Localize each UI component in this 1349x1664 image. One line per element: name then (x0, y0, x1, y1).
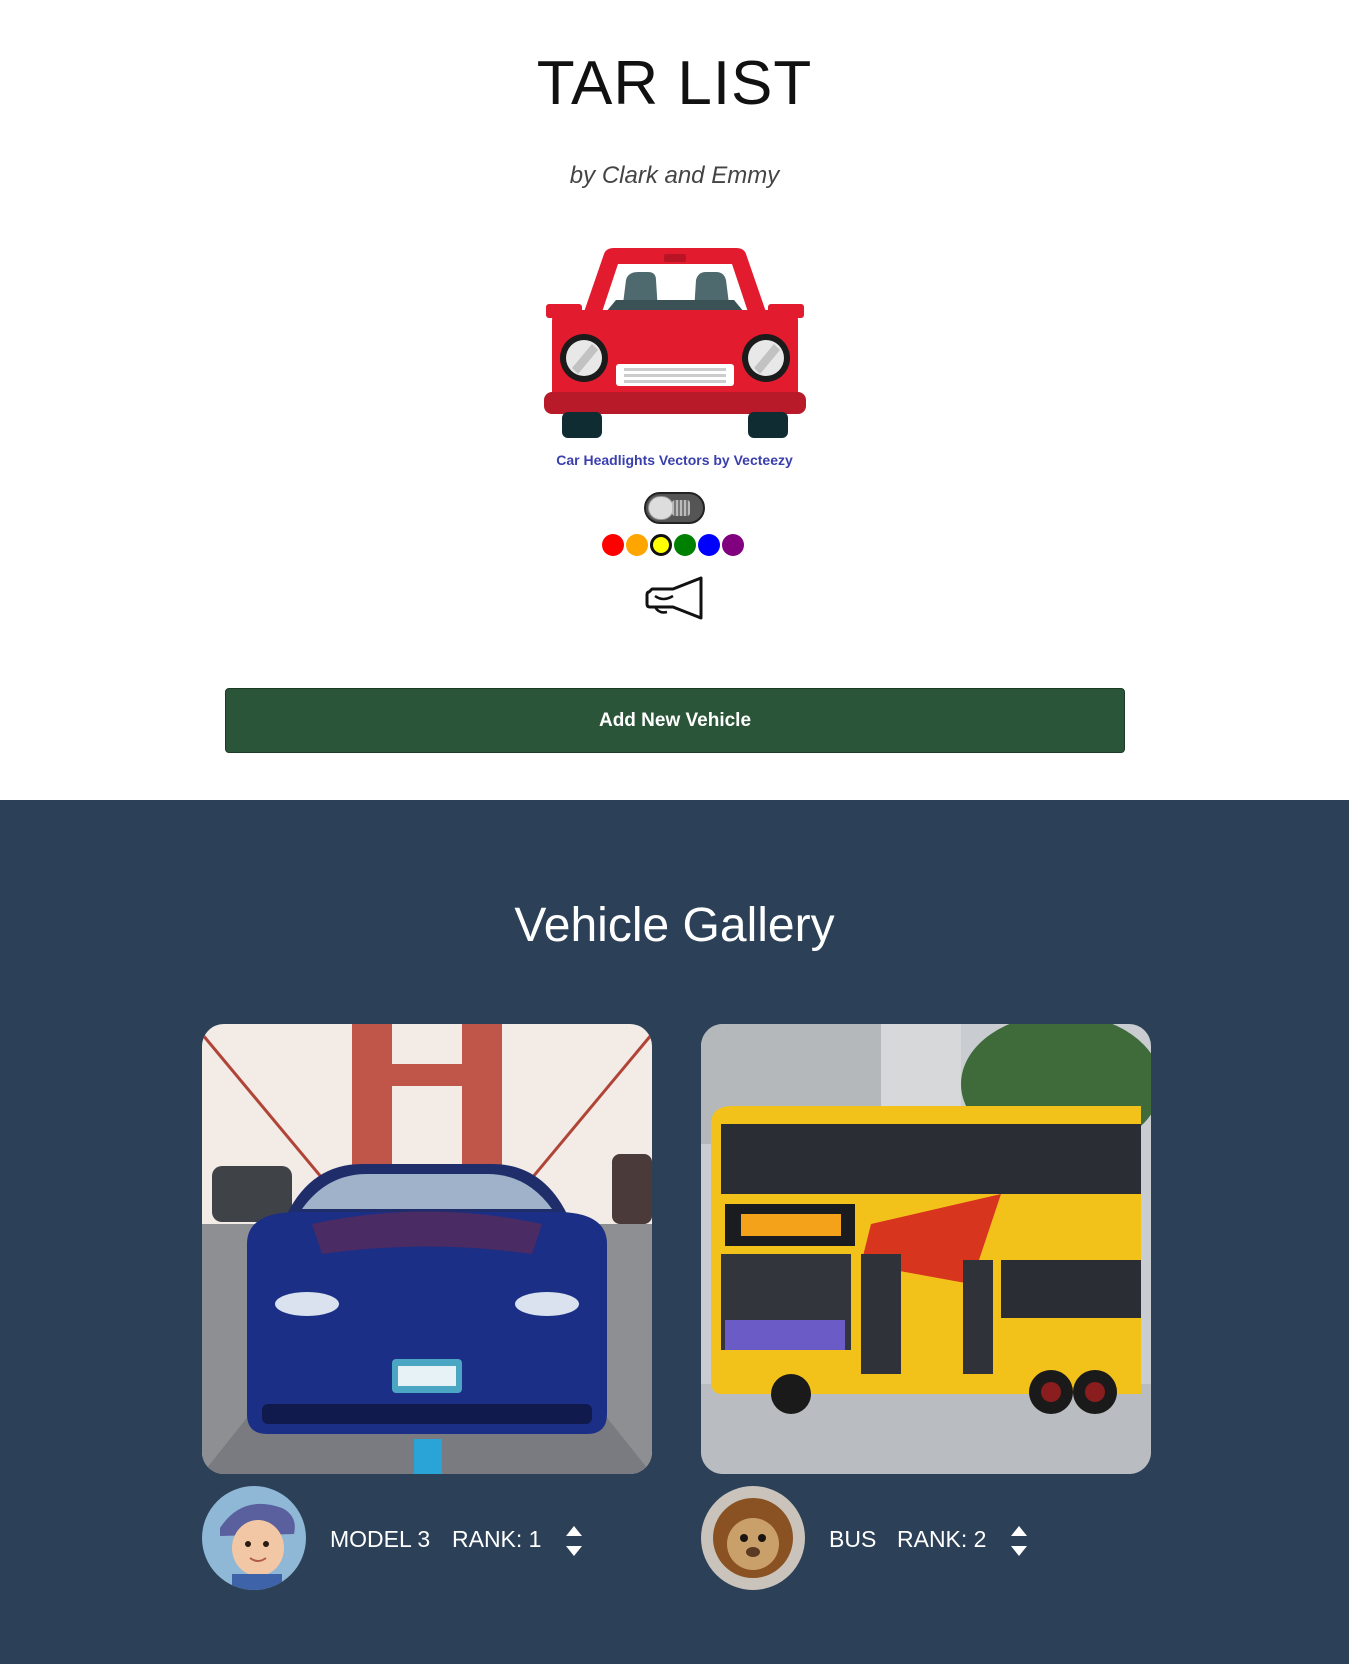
vehicle-name: BUS (829, 1526, 877, 1552)
vecteezy-credit-link[interactable]: Car Headlights Vectors by Vecteezy (0, 452, 1349, 468)
color-swatch-yellow[interactable] (650, 534, 672, 556)
rank-down-arrow-icon[interactable] (1011, 1546, 1027, 1556)
vehicle-photo-model-3[interactable] (202, 1024, 652, 1474)
theme-toggle[interactable] (644, 492, 705, 524)
rank-up-arrow-icon[interactable] (1011, 1526, 1027, 1536)
rank-up-arrow-icon[interactable] (566, 1526, 582, 1536)
vehicle-name: MODEL 3 (330, 1526, 431, 1552)
vehicle-rank: RANK: 1 (452, 1526, 542, 1552)
header-section: TAR LIST by Clark and Emmy Car Headlight… (0, 0, 1349, 800)
vehicle-avatar (701, 1486, 805, 1590)
horn-icon[interactable] (643, 574, 707, 622)
vehicle-gallery-section: Vehicle Gallery MODEL 3 RANK: 1 BUS RANK… (0, 800, 1349, 1664)
color-swatch-purple[interactable] (722, 534, 744, 556)
toggle-knob (648, 496, 674, 520)
color-swatch-red[interactable] (602, 534, 624, 556)
vehicle-rank: RANK: 2 (897, 1526, 987, 1552)
rank-down-arrow-icon[interactable] (566, 1546, 582, 1556)
vehicle-meta-model-3: MODEL 3 RANK: 1 (202, 1474, 652, 1590)
gallery-title: Vehicle Gallery (514, 899, 835, 952)
page-subtitle: by Clark and Emmy (569, 162, 780, 189)
toggle-grip (672, 500, 690, 516)
color-swatch-green[interactable] (674, 534, 696, 556)
rank-arrows (1009, 1524, 1029, 1564)
color-swatch-orange[interactable] (626, 534, 648, 556)
vehicle-card-bus: BUS RANK: 2 (701, 1024, 1151, 1590)
color-swatch-blue[interactable] (698, 534, 720, 556)
red-car-illustration (544, 248, 806, 438)
vehicle-card-model-3: MODEL 3 RANK: 1 (202, 1024, 652, 1590)
page-title: TAR LIST (536, 49, 813, 118)
vehicle-meta-bus: BUS RANK: 2 (701, 1474, 1151, 1590)
rank-arrows (564, 1524, 584, 1564)
color-swatches (602, 534, 748, 558)
vehicle-photo-bus[interactable] (701, 1024, 1151, 1474)
add-new-vehicle-button[interactable]: Add New Vehicle (225, 688, 1125, 753)
vehicle-avatar (202, 1486, 306, 1590)
